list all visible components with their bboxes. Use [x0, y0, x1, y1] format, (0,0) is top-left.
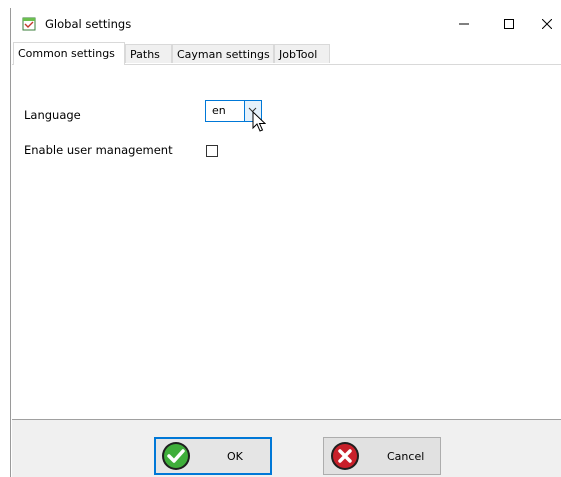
- tab-jobtool[interactable]: JobTool: [274, 44, 330, 63]
- tab-strip: Common settings Paths Cayman settings Jo…: [12, 42, 561, 65]
- maximize-button[interactable]: [487, 8, 531, 40]
- title-bar[interactable]: Global settings: [11, 8, 561, 42]
- user-management-checkbox[interactable]: [206, 145, 218, 157]
- global-settings-window: Global settings Common settings Paths Ca…: [10, 8, 561, 477]
- minimize-icon: [459, 23, 469, 25]
- tab-paths[interactable]: Paths: [125, 44, 172, 63]
- cancel-button[interactable]: Cancel: [323, 437, 441, 475]
- window-title: Global settings: [45, 17, 132, 31]
- ok-button-label: OK: [227, 450, 243, 463]
- tab-common-settings[interactable]: Common settings: [13, 42, 125, 65]
- language-label: Language: [24, 108, 81, 122]
- close-button[interactable]: [532, 8, 561, 40]
- language-value: en: [212, 104, 226, 117]
- user-management-label: Enable user management: [24, 143, 173, 157]
- maximize-icon: [504, 19, 514, 29]
- mouse-pointer-icon: [252, 111, 266, 132]
- close-icon: [542, 19, 552, 29]
- tab-cayman-settings[interactable]: Cayman settings: [172, 44, 274, 63]
- dialog-footer: OK Cancel: [12, 419, 561, 477]
- minimize-button[interactable]: [442, 8, 486, 40]
- cancel-button-label: Cancel: [387, 450, 425, 463]
- common-settings-panel: Language en Enable user management: [12, 65, 561, 419]
- ok-button[interactable]: OK: [154, 437, 272, 475]
- settings-app-icon: [22, 17, 36, 31]
- x-circle-icon: [331, 442, 359, 470]
- check-circle-icon: [162, 442, 190, 470]
